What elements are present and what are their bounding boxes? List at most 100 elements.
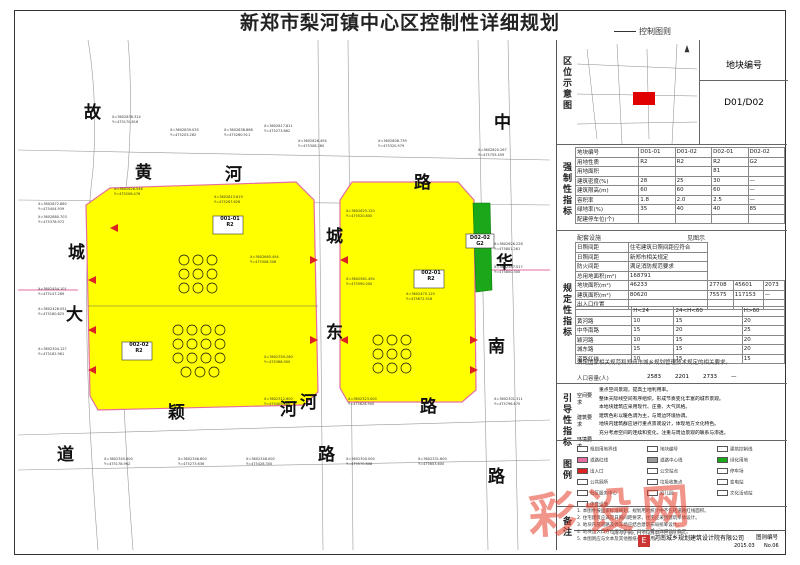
control-table-cell: G2 [747,156,786,167]
control-table-cell [638,213,676,224]
svg-text:X=3602665.494: X=3602665.494 [250,255,279,259]
svg-text:Y=475590.000: Y=475590.000 [346,282,372,286]
control-table-cell [674,166,713,177]
control-table-cell: 容积率 [574,194,640,205]
control-table-cell: 60 [674,185,713,196]
legend-swatch [717,457,728,463]
setback-table-cell: 15 [673,344,743,355]
svg-text:Y=475320.579: Y=475320.579 [378,144,404,148]
control-table-cell [747,166,786,177]
guide-table-cell: 总用地面积(m²) [575,270,629,281]
road-label-e4: 路 [488,467,505,487]
legend-item: 建筑控制线 [717,446,753,453]
legend-item: 地块编号 [647,446,678,453]
lead-tag: 建筑要求 [577,415,593,428]
control-table-row: 绿地率(%) 35 40 40 85 [574,204,786,215]
legend-item: 绿化用地 [717,457,748,464]
setback-table-cell: 颖河路 [574,334,633,345]
guide-table-row: 日照间距 住宅建筑日照间距应符合 [575,242,785,253]
location-section-label: 区位示意图 [561,55,571,111]
footer-date: 2015.03 [734,543,755,549]
control-table-cell: D01-02 [674,147,713,158]
svg-text:Y=475267.626: Y=475267.626 [214,200,240,204]
svg-text:X=3602346.600: X=3602346.600 [178,457,207,461]
legend-item: 文化活动站 [717,490,753,497]
svg-text:Y=475520.800: Y=475520.800 [346,214,372,218]
svg-text:X=3602838.314: X=3602838.314 [112,115,141,119]
svg-text:X=3602331.600: X=3602331.600 [418,457,447,461]
population-value: 2733 [703,374,717,380]
control-table-cell: 60 [638,185,676,196]
control-table-cell [711,213,749,224]
guide-table-row: 日照间距 新郑市相关规定 [575,251,785,262]
svg-text:Y=475796.670: Y=475796.670 [494,402,520,406]
svg-text:X=3602359.260: X=3602359.260 [264,355,293,359]
svg-text:Y=475376.972: Y=475376.972 [38,220,64,224]
svg-text:Y=475170.816: Y=475170.816 [112,120,138,124]
control-table-cell: 绿地率(%) [574,204,640,215]
guide-table-cell: 防火间距 [575,261,629,272]
road-label-w4: 路 [414,173,431,193]
control-table-cell: 85 [747,204,786,215]
road-label-w3: 河 [225,165,242,185]
guide-table-row: 总用地面积(m²) 168791 [575,270,785,281]
svg-text:X=3602301.311: X=3602301.311 [494,397,523,401]
road-label-c1: 城 [326,227,343,247]
svg-text:Y=475368.900: Y=475368.900 [264,360,290,364]
setback-table-cell: 10 [631,334,675,345]
svg-text:X=3602626.228: X=3602626.228 [494,242,523,246]
control-table-cell: 28 [638,175,676,186]
svg-text:Y=475162.961: Y=475162.961 [38,352,64,356]
road-label-e3: 南 [488,337,505,357]
guide-table-row: 防火间距 满足消防规范要求 [575,261,785,272]
legend-label: 规划用地界线 [590,447,617,453]
control-table-cell: 用地面积 [574,166,640,177]
plot-number-value: D01/D02 [724,98,764,108]
setback-table-cell: 15 [631,344,675,355]
svg-text:Y=475308.260: Y=475308.260 [298,144,324,148]
guide-table-cell: 新郑市相关规定 [627,251,709,262]
lead-tag: 空间要求 [577,393,593,406]
legend-swatch [717,446,728,452]
lead-rows: 重点空间景观，提高土地利用率。 整体天际线空间有序组织，形成节奏变化丰富的城市景观… [599,387,785,438]
control-table-cell: D02-02 [747,147,786,158]
svg-text:Y=475260.911: Y=475260.911 [224,133,250,137]
svg-text:Y=475203.262: Y=475203.262 [170,133,196,137]
legend-label: 地块编号 [660,447,678,453]
control-table-cell: D02-01 [711,147,749,158]
control-table-cell: R2 [674,156,713,167]
svg-text:Y=475755.459: Y=475755.459 [478,153,504,157]
control-table-cell [674,213,713,224]
control-table-cell: 2.0 [674,194,713,205]
guide-section-label: 规定性指标 [561,282,571,338]
footer-number: No.06 [764,543,779,549]
lead-row: 地块内建筑群应进行重点景观设计，体现地方文化特色。 [599,422,719,427]
guide-table-cell: 地块面积(m²) [575,280,629,291]
guide-table-cell: 45601 [732,280,764,291]
svg-text:X=3602304.127: X=3602304.127 [38,347,67,351]
legend-label: 建筑控制线 [730,447,753,453]
population-values: 2583 2201 2733 — [647,374,737,380]
control-table-cell: 地块编号 [574,147,640,158]
setback-table-cell: 20 [741,315,786,326]
control-table-cell: 30 [711,175,749,186]
control-table-cell: 建筑限高(m) [574,185,640,196]
guide-table-cell: 日照间距 [575,251,629,262]
setback-table-cell: 20 [673,325,743,336]
lead-row: 重点空间景观，提高土地利用率。 [599,388,671,393]
road-label-c3: 河 [300,393,317,413]
setback-table-cell: H>60 [741,306,786,317]
svg-text:X=3602808.739: X=3602808.739 [378,139,407,143]
control-table: 地块编号 D01-01 D01-02 D02-01 D02-02 用地性质 R2 R2 R2 G2… [574,147,786,224]
setback-table-row: H<24 24<H<60 H>60 [574,306,786,317]
road-label-e2: 华 [496,253,513,273]
guide-table-row: 地块面积(m²) 46233 27708 45601 2073 [575,280,786,291]
control-table-cell: 1.8 [638,194,676,205]
control-table-cell: 40 [711,204,749,215]
svg-text:X=3602628.546: X=3602628.546 [114,187,143,191]
legend-label: 道路红线 [590,458,608,464]
control-table-cell: 35 [638,204,676,215]
setback-table-cell [574,306,633,317]
control-table-cell: — [747,194,786,205]
control-table-cell: R2 [711,156,749,167]
